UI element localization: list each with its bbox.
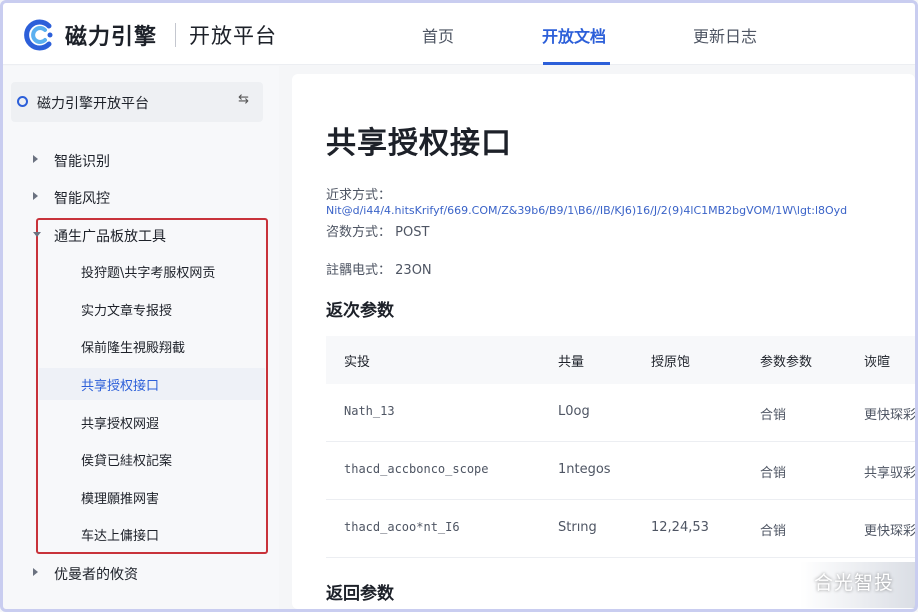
- table-row: Nath_13 L0og 合销 更快琛彩: [326, 384, 917, 442]
- sidebar-subitem-label: 共享授权接口: [81, 379, 160, 394]
- brand-subtitle: 开放平台: [189, 24, 277, 48]
- table-header-cell: 实投: [344, 355, 371, 370]
- meta-url-value[interactable]: Nit@d/i44/4.hitsKrifyf/669.COM/Z&39b6/B9…: [326, 204, 847, 217]
- sidebar-item-risk-control[interactable]: 智能风控: [3, 183, 279, 211]
- meta-request-url: 近求方式： Nit@d/i44/4.hitsKrifyf/669.COM/Z&3…: [326, 184, 915, 218]
- table-cell: 1ntegos: [558, 462, 611, 477]
- table-header-cell: 授原饱: [651, 355, 691, 370]
- watermark-text: 合光智投: [814, 572, 895, 594]
- sidebar-root-label: 磁力引擎开放平台: [37, 96, 149, 112]
- meta-format: 註髃电式： 23ON: [326, 259, 432, 278]
- nav-docs[interactable]: 开放文档: [542, 23, 606, 47]
- table-cell: 12,24,53: [651, 520, 709, 535]
- table-cell: 合销: [760, 524, 787, 539]
- table-cell: Nath_13: [344, 404, 395, 418]
- sidebar-subitem-label: 车达上傭接口: [81, 529, 160, 544]
- table-cell: thacd_accbonco_scope: [344, 462, 489, 476]
- sidebar-subitem-label: 模理願推网害: [81, 492, 160, 507]
- page-title: 共享授权接口: [326, 126, 512, 161]
- sidebar-subitem[interactable]: 侯貸已絓权記案: [39, 443, 265, 475]
- sidebar-item-label: 智能风控: [54, 191, 110, 207]
- sidebar-item-label: 智能识别: [54, 154, 110, 170]
- table-cell: thacd_acoo*nt_I6: [344, 520, 460, 534]
- caret-right-icon: [33, 192, 38, 200]
- sidebar-group-label: 通生广品板放工具: [54, 229, 166, 245]
- meta-method: 咨数方式： POST: [326, 221, 429, 240]
- meta-label: 註髃电式：: [326, 263, 392, 278]
- table-row: thacd_acoo*nt_I6 Strıng 12,24,53 合销 更快琛彩: [326, 500, 917, 558]
- sidebar-subitem-active[interactable]: 共享授权接口: [39, 368, 265, 400]
- table-cell: 更快琛彩: [864, 524, 917, 539]
- table-cell: 共享驭彩: [864, 466, 917, 481]
- section-title-return: 返回参数: [326, 584, 394, 604]
- caret-right-icon: [33, 155, 38, 163]
- brand-divider: [175, 23, 176, 47]
- caret-down-icon: [33, 232, 41, 237]
- table-cell: 合销: [760, 466, 787, 481]
- top-header: 磁力引擎 开放平台 首页 开放文档 更新日志: [3, 3, 915, 65]
- table-cell: Strıng: [558, 520, 597, 535]
- table-cell: 合销: [760, 408, 787, 423]
- sidebar-subitem[interactable]: 实力文章专报授: [39, 293, 265, 325]
- circle-icon: [17, 96, 28, 107]
- nav-active-indicator: [543, 62, 610, 65]
- sidebar-subitem-label: 共享授权网遐: [81, 417, 160, 432]
- meta-label: 咨数方式：: [326, 225, 392, 240]
- table-header-cell: 诙暄: [864, 355, 891, 370]
- sidebar-subitem[interactable]: 共享授权网遐: [39, 406, 265, 438]
- table-header: 实投 共量 授原饱 参数参数 诙暄: [326, 336, 915, 384]
- table-cell: L0og: [558, 404, 590, 419]
- sidebar-subitem-label: 侯貸已絓权記案: [81, 454, 173, 469]
- meta-label: 近求方式：: [326, 188, 392, 203]
- sidebar-item-after[interactable]: 优曼者的攸资: [3, 559, 279, 587]
- sidebar-item-label: 优曼者的攸资: [54, 567, 138, 583]
- sidebar-item-smart-recognition[interactable]: 智能识别: [3, 146, 279, 174]
- section-title-params: 返次参数: [326, 301, 394, 321]
- sidebar-group-tools[interactable]: 通生广品板放工具: [3, 221, 279, 249]
- sidebar-subitem[interactable]: 投狩题\共字考服权网贡: [39, 255, 265, 287]
- sidebar-subitem-label: 实力文章专报授: [81, 304, 173, 319]
- cili-logo-icon[interactable]: [21, 17, 57, 53]
- meta-value: POST: [395, 225, 430, 240]
- sidebar-subitem[interactable]: 模理願推网害: [39, 481, 265, 513]
- sidebar-subitem-label: 投狩题\共字考服权网贡: [81, 266, 216, 281]
- table-cell: 更快琛彩: [864, 408, 917, 423]
- sidebar-subitem-label: 保前隆生視殿翔截: [81, 341, 186, 356]
- brand-name: 磁力引擎: [65, 25, 158, 50]
- sidebar-subitem[interactable]: 车达上傭接口: [39, 518, 265, 550]
- caret-right-icon: [33, 568, 38, 576]
- sidebar: 磁力引擎开放平台 ⇆ 智能识别 智能风控 通生广品板放工具 投狩题\共字考服权网…: [3, 66, 279, 609]
- sidebar-root[interactable]: 磁力引擎开放平台 ⇆: [11, 82, 263, 122]
- meta-value: 23ON: [395, 263, 432, 278]
- table-row: thacd_accbonco_scope 1ntegos 合销 共享驭彩: [326, 442, 917, 500]
- main-content: 共享授权接口 近求方式： Nit@d/i44/4.hitsKrifyf/669.…: [292, 74, 917, 609]
- expand-collapse-icon[interactable]: ⇆: [238, 92, 249, 107]
- sidebar-subitem[interactable]: 保前隆生視殿翔截: [39, 330, 265, 362]
- table-header-cell: 参数参数: [760, 355, 813, 370]
- nav-changelog[interactable]: 更新日志: [693, 23, 757, 47]
- table-header-cell: 共量: [558, 355, 585, 370]
- nav-home[interactable]: 首页: [422, 23, 454, 47]
